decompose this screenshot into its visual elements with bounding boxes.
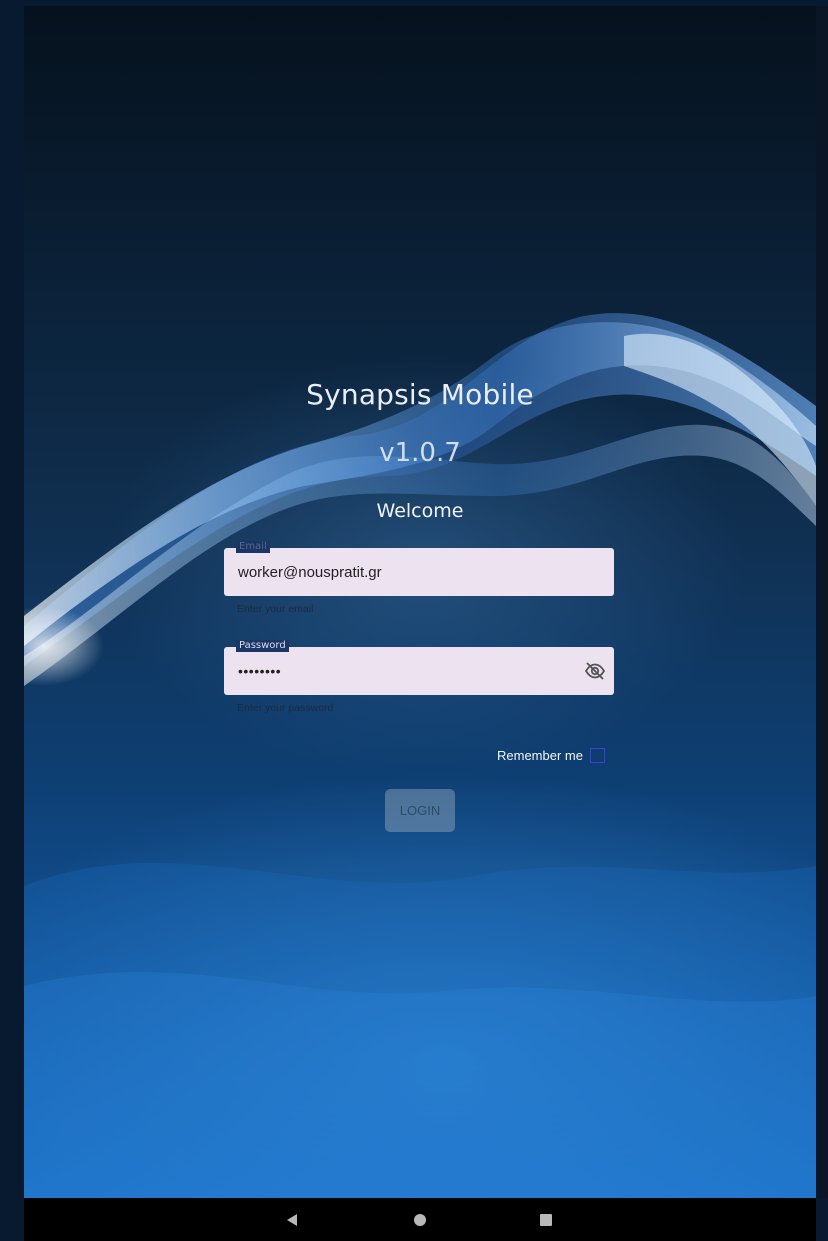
recents-icon[interactable]: [526, 1198, 566, 1241]
background-wave-artwork: [24, 313, 816, 1198]
remember-me-label: Remember me: [497, 747, 583, 763]
password-label: Password: [236, 640, 289, 652]
home-icon[interactable]: [400, 1198, 440, 1241]
password-helper-text: Enter your password: [237, 702, 334, 714]
email-input[interactable]: [238, 548, 578, 596]
password-input[interactable]: [238, 647, 578, 695]
remember-me-checkbox[interactable]: [589, 747, 605, 763]
eye-off-icon[interactable]: [584, 661, 606, 681]
login-screen: Synapsis Mobile v1.0.7 Welcome Email Ent…: [24, 6, 816, 1198]
email-helper-text: Enter your email: [237, 603, 314, 615]
email-field[interactable]: [224, 548, 614, 596]
login-button[interactable]: LOGIN: [385, 789, 455, 832]
app-title: Synapsis Mobile: [306, 378, 534, 411]
screen-edge: [816, 6, 828, 1198]
android-navigation-bar: [24, 1198, 816, 1241]
email-label: Email: [236, 541, 270, 553]
back-icon[interactable]: [272, 1198, 312, 1241]
remember-me-row[interactable]: Remember me: [497, 746, 605, 764]
welcome-text: Welcome: [376, 500, 464, 522]
password-field[interactable]: [224, 647, 614, 695]
app-version: v1.0.7: [379, 438, 461, 468]
